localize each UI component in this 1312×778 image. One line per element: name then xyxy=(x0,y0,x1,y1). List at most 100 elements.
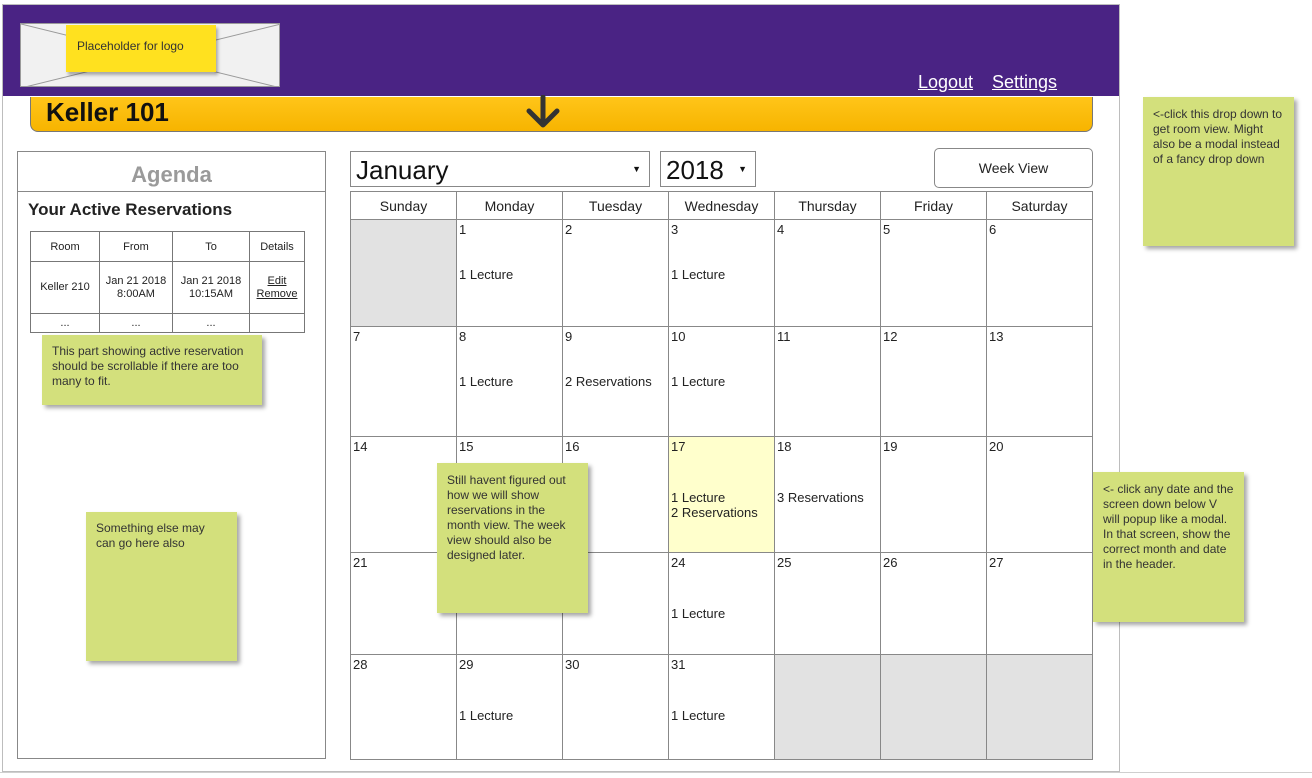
room-title: Keller 101 xyxy=(46,97,169,127)
day-event-summary: 3 Reservations xyxy=(777,490,864,505)
reservation-room: Keller 210 xyxy=(30,261,100,314)
column-header-details: Details xyxy=(249,231,305,262)
day-number: 10 xyxy=(671,329,686,344)
day-events: 1 Lecture xyxy=(459,374,513,389)
calendar-day-cell[interactable]: 19 xyxy=(880,436,987,553)
calendar-day-cell[interactable]: 28 xyxy=(350,654,457,760)
year-select[interactable]: 2018 ▼ xyxy=(660,151,756,187)
day-number: 19 xyxy=(883,439,898,454)
calendar-week-row: 781 Lecture 9 2 Reservations 10 1 Lecture 11 1… xyxy=(350,326,1093,437)
calendar-day-cell[interactable]: 27 xyxy=(986,552,1093,655)
day-events: 1 Lecture xyxy=(671,708,725,723)
day-event-summary: 1 Lecture xyxy=(459,374,514,389)
day-events: 3 Reservations xyxy=(777,490,864,505)
remove-reservation-link[interactable]: Remove xyxy=(250,288,304,301)
edit-reservation-link[interactable]: Edit xyxy=(250,275,304,288)
day-events: 1 Lecture 2 Reservations xyxy=(671,490,758,520)
weekday-header-thursday: Thursday xyxy=(774,191,881,220)
weekday-header-wednesday: Wednesday xyxy=(668,191,775,220)
day-events: 1 Lecture xyxy=(671,267,725,282)
day-event-summary: 1 Lecture xyxy=(459,708,514,723)
weekday-header-row: Sunday Monday Tuesday Wednesday Thursday Frid… xyxy=(350,191,1093,220)
calendar-day-cell[interactable]: 10 1 Lecture xyxy=(668,326,775,437)
day-number: 18 xyxy=(777,439,792,454)
more-ellipsis: ... xyxy=(30,313,100,333)
calendar-day-cell[interactable]: 11 xyxy=(774,326,881,437)
calendar-day-cell[interactable]: 25 xyxy=(774,552,881,655)
more-ellipsis: ... xyxy=(99,313,173,333)
day-number: 29 xyxy=(459,657,474,672)
reservation-from-time: 8:00AM xyxy=(117,287,155,300)
day-number: 3 xyxy=(671,222,679,237)
day-event-summary: 2 Reservations xyxy=(565,374,652,389)
calendar-day-cell[interactable]: 9 2 Reservations xyxy=(562,326,669,437)
calendar-day-cell[interactable]: 8 1 Lecture xyxy=(456,326,563,437)
day-event-summary: 1 Lecture xyxy=(671,374,726,389)
calendar-day-cell[interactable]: 2 xyxy=(562,219,669,327)
sticky-note-date-click: <- click any date and the screen down be… xyxy=(1093,472,1244,622)
table-row: Keller 210 Jan 21 2018 8:00AM Jan 21 201… xyxy=(30,261,305,314)
day-number: 1 xyxy=(459,222,467,237)
reservation-to-time: 10:15AM xyxy=(188,287,234,300)
day-number: 12 xyxy=(883,329,898,344)
day-number: 4 xyxy=(777,222,785,237)
calendar-day-cell[interactable]: 29 1 Lecture xyxy=(456,654,563,760)
day-number: 8 xyxy=(459,329,467,344)
sticky-note-scrollable: This part showing active reservation sho… xyxy=(42,335,262,405)
reservation-details: Edit Remove xyxy=(249,261,305,314)
day-number: 21 xyxy=(353,555,368,570)
column-header-to: To xyxy=(172,231,250,262)
weekday-header-tuesday: Tuesday xyxy=(562,191,669,220)
calendar-day-cell[interactable]: 6 xyxy=(986,219,1093,327)
day-events: 1 Lecture xyxy=(459,708,513,723)
day-number: 14 xyxy=(353,439,368,454)
calendar-day-cell[interactable]: 7 xyxy=(350,326,457,437)
day-number: 31 xyxy=(671,657,686,672)
sticky-note-something-else: Something else may can go here also xyxy=(86,512,237,661)
calendar-day-cell[interactable]: 3 1 Lecture xyxy=(668,219,775,327)
month-select-value: January xyxy=(356,155,449,185)
more-ellipsis: ... xyxy=(172,313,250,333)
caret-down-icon: ▼ xyxy=(632,164,641,174)
calendar-day-cell[interactable]: 17 1 Lecture 2 Reservations xyxy=(668,436,775,553)
calendar-day-cell[interactable]: 18 3 Reservations xyxy=(774,436,881,553)
down-arrow-icon[interactable] xyxy=(524,94,562,136)
week-view-button[interactable]: Week View xyxy=(934,148,1093,188)
sticky-note-room-dropdown: <-click this drop down to get room view.… xyxy=(1143,97,1294,246)
day-number: 27 xyxy=(989,555,1004,570)
calendar-day-cell[interactable]: 13 xyxy=(986,326,1093,437)
day-number: 7 xyxy=(353,329,361,344)
room-selector-bar[interactable]: Keller 101 xyxy=(30,94,1093,132)
logout-link[interactable]: Logout xyxy=(918,72,973,93)
sticky-note-month-view: Still havent figured out how we will sho… xyxy=(437,463,588,613)
day-number: 26 xyxy=(883,555,898,570)
calendar-day-cell[interactable]: 26 xyxy=(880,552,987,655)
calendar-day-cell[interactable]: 5 xyxy=(880,219,987,327)
day-events: 2 Reservations xyxy=(565,374,652,389)
calendar-empty-cell xyxy=(350,219,457,327)
weekday-header-sunday: Sunday xyxy=(350,191,457,220)
calendar-day-cell[interactable]: 24 1 Lecture xyxy=(668,552,775,655)
calendar-day-cell[interactable]: 4 xyxy=(774,219,881,327)
table-row-more: ... ... ... xyxy=(30,313,305,333)
table-header-row: Room From To Details xyxy=(30,231,305,262)
settings-link[interactable]: Settings xyxy=(992,72,1057,93)
agenda-panel: Agenda Your Active Reservations Room Fro… xyxy=(17,151,326,759)
calendar-empty-cell xyxy=(774,654,881,760)
day-number: 25 xyxy=(777,555,792,570)
calendar-day-cell[interactable]: 12 xyxy=(880,326,987,437)
month-select[interactable]: January ▼ xyxy=(350,151,650,187)
day-event-summary: 1 Lecture xyxy=(671,708,726,723)
calendar-day-cell[interactable]: 1 1 Lecture xyxy=(456,219,563,327)
day-number: 9 xyxy=(565,329,573,344)
calendar-day-cell[interactable]: 20 xyxy=(986,436,1093,553)
day-number: 5 xyxy=(883,222,891,237)
calendar-day-cell[interactable]: 31 1 Lecture xyxy=(668,654,775,760)
day-event-summary: 2 Reservations xyxy=(671,505,758,520)
calendar-day-cell[interactable]: 30 xyxy=(562,654,669,760)
day-number: 17 xyxy=(671,439,686,454)
day-events: 1 Lecture xyxy=(459,267,513,282)
agenda-divider xyxy=(18,191,325,192)
bottom-divider xyxy=(0,772,1312,773)
reservation-to: Jan 21 2018 10:15AM xyxy=(172,261,250,314)
